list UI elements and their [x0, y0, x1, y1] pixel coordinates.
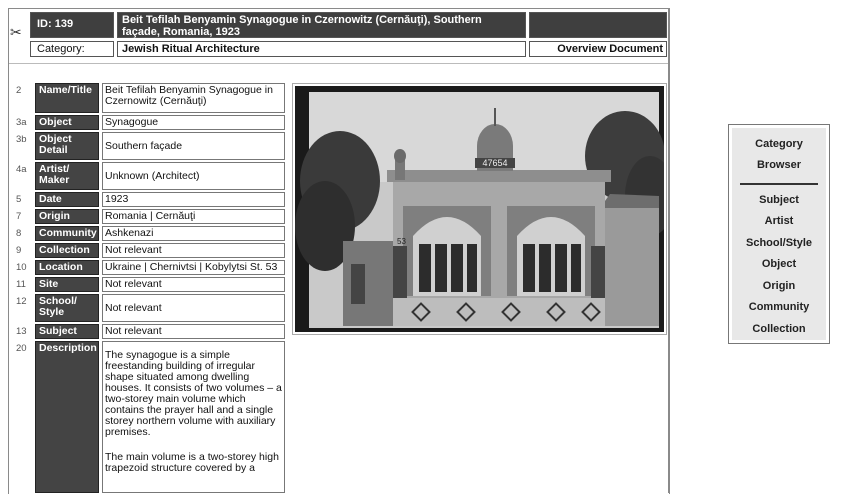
table-row: 7 Origin Romania | Cernăuţi: [14, 209, 286, 224]
field-label: Description: [35, 341, 99, 493]
category-browser: Category Browser Subject Artist School/S…: [728, 124, 830, 344]
field-number: 8: [16, 228, 22, 239]
browser-divider: [740, 183, 818, 185]
field-value: Southern façade: [102, 132, 285, 160]
category-label: Category:: [30, 41, 114, 57]
header-blank-cell: [529, 12, 667, 38]
header-divider: [9, 63, 668, 64]
description-paragraph: The synagogue is a simple freestanding b…: [105, 349, 282, 438]
field-label: Location: [35, 260, 99, 275]
field-number: 20: [16, 343, 27, 354]
field-value: Romania | Cernăuţi: [102, 209, 285, 224]
field-value: Ashkenazi: [102, 226, 285, 241]
browser-item-community[interactable]: Community: [732, 301, 826, 313]
field-label: Name/Title: [35, 83, 99, 113]
field-label: Artist/ Maker: [35, 162, 99, 190]
category-browser-panel: Category Browser Subject Artist School/S…: [732, 128, 826, 340]
browser-item-school-style[interactable]: School/Style: [732, 237, 826, 249]
object-photo[interactable]: 47654 53: [292, 83, 667, 335]
field-number: 11: [16, 279, 26, 290]
field-label: Object: [35, 115, 99, 130]
category-value: Jewish Ritual Architecture: [117, 41, 526, 57]
table-row: 9 Collection Not relevant: [14, 243, 286, 258]
field-number: 10: [16, 262, 27, 273]
synagogue-photo: 47654 53: [295, 86, 664, 332]
field-number: 4a: [16, 164, 27, 175]
field-value: Not relevant: [102, 277, 285, 292]
field-label: Subject: [35, 324, 99, 339]
record-id: ID: 139: [30, 12, 114, 38]
field-label: Site: [35, 277, 99, 292]
field-value: Synagogue: [102, 115, 285, 130]
table-row: 4a Artist/ Maker Unknown (Architect): [14, 162, 286, 190]
table-row: 8 Community Ashkenazi: [14, 226, 286, 241]
table-row: 13 Subject Not relevant: [14, 324, 286, 339]
description-paragraph: The main volume is a two-storey high tra…: [105, 451, 279, 474]
building-sign-text: 47654: [482, 158, 507, 168]
field-value: Not relevant: [102, 294, 285, 322]
field-number: 5: [16, 194, 22, 205]
browser-title-line2: Browser: [756, 159, 802, 171]
field-label: Origin: [35, 209, 99, 224]
record-title: Beit Tefilah Benyamin Synagogue in Czern…: [117, 12, 526, 38]
scissors-icon[interactable]: ✂: [10, 24, 22, 41]
table-row: 10 Location Ukraine | Chernivtsi | Kobyl…: [14, 260, 286, 275]
field-value: 1923: [102, 192, 285, 207]
overview-document-link[interactable]: Overview Document: [529, 41, 667, 57]
field-value: Not relevant: [102, 243, 285, 258]
table-row: 3a Object Synagogue: [14, 115, 286, 130]
field-label: Collection: [35, 243, 99, 258]
field-number: 12: [16, 296, 27, 307]
field-value: Ukraine | Chernivtsi | Kobylytsi St. 53: [102, 260, 285, 275]
field-value: Not relevant: [102, 324, 285, 339]
field-number: 7: [16, 211, 22, 222]
table-row: 3b Object Detail Southern façade: [14, 132, 286, 160]
table-row: 11 Site Not relevant: [14, 277, 286, 292]
description-value: The synagogue is a simple freestanding b…: [102, 341, 285, 493]
table-row: 12 School/ Style Not relevant: [14, 294, 286, 322]
field-number: 2: [16, 85, 22, 96]
table-row: 5 Date 1923: [14, 192, 286, 207]
field-number: 9: [16, 245, 22, 256]
table-row: 20 Description The synagogue is a simple…: [14, 341, 286, 493]
browser-item-collection[interactable]: Collection: [732, 323, 826, 335]
browser-title: Category: [755, 138, 803, 150]
field-label: Date: [35, 192, 99, 207]
field-label: Community: [35, 226, 99, 241]
browser-item-origin[interactable]: Origin: [732, 280, 826, 292]
field-value: Unknown (Architect): [102, 162, 285, 190]
browser-item-subject[interactable]: Subject: [732, 194, 826, 206]
table-row: 2 Name/Title Beit Tefilah Benyamin Synag…: [14, 83, 286, 113]
field-number: 3a: [16, 117, 27, 128]
field-number: 13: [16, 326, 27, 337]
browser-item-artist[interactable]: Artist: [732, 215, 826, 227]
browser-item-object[interactable]: Object: [732, 258, 826, 270]
field-label: School/ Style: [35, 294, 99, 322]
field-value: Beit Tefilah Benyamin Synagogue in Czern…: [102, 83, 285, 113]
field-label: Object Detail: [35, 132, 99, 160]
field-number: 3b: [16, 134, 27, 145]
door-number-text: 53: [397, 237, 406, 246]
